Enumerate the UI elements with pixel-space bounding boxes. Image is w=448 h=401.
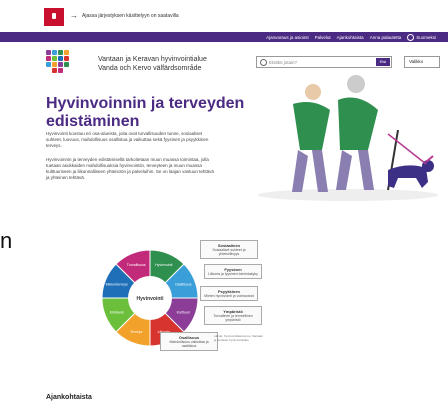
alert-text[interactable]: Ajassa järjestyksen käsittelyyn on saata… <box>82 13 179 19</box>
alert-bar[interactable]: → Ajassa järjestyksen käsittelyyn on saa… <box>44 8 424 26</box>
menu-button[interactable]: Valikko <box>404 56 440 68</box>
arrow-right-icon: → <box>70 11 78 20</box>
source-note: Lähde: hyvinvointikertomus, Vantaan ja K… <box>214 334 263 342</box>
language-selector[interactable]: Suomeksi <box>407 34 436 41</box>
wheel-segment-label: Kulttuuri <box>177 310 190 314</box>
callout-environment: Ympäristö Turvallinen ja terveellinen ymp… <box>204 306 262 325</box>
org-name-swedish: Vanda och Kervo välfärdsområde <box>98 65 202 72</box>
topnav-item-news[interactable]: Ajankohtaista <box>337 35 364 40</box>
callout-participation: Osallisuus Mahdollisuus vaikuttaa ja osal… <box>160 332 218 351</box>
topnav-item-feedback[interactable]: Anna palautetta <box>370 35 402 40</box>
language-label: Suomeksi <box>416 35 436 40</box>
top-navigation: Ajanvaraus ja asiointi Palvelut Ajankoht… <box>0 32 448 42</box>
search-input[interactable]: Etsitkö jotain? <box>269 60 297 65</box>
org-name-finnish: Vantaan ja Keravan hyvinvointialue <box>98 56 207 63</box>
callout-psychological: Psyykkinen Mielen hyvinvointi ja voimavar… <box>200 286 258 301</box>
globe-icon <box>407 34 415 41</box>
callout-physical: Fyysinen Liikunta ja fyysinen toimintakyk… <box>204 264 262 279</box>
wheel-segment-label: Mielenterveys <box>106 283 128 287</box>
search-button[interactable]: Etsi <box>376 58 390 66</box>
wheel-segment-label: Turvallisuus <box>127 263 146 267</box>
logo-icon[interactable] <box>46 50 74 74</box>
alert-icon <box>44 8 64 26</box>
search-icon <box>260 59 267 66</box>
callout-social: Sosiaalinen Sosiaaliset suhteet ja yhteis… <box>200 240 258 259</box>
wheel-segment-label: Hyvinvointi <box>155 263 173 267</box>
search-box[interactable]: Etsitkö jotain? Etsi <box>256 56 392 68</box>
wheel-segment-label: Terveys <box>130 330 143 334</box>
wheel-segment-label: Elintavat <box>110 310 124 314</box>
topnav-item-services[interactable]: Palvelut <box>315 35 331 40</box>
wheel-center-label: Hyvinvointi <box>137 296 165 302</box>
hero-illustration <box>258 75 438 201</box>
intro-paragraph: Hyvinvointi koostuu eri osa-alueista, jo… <box>46 130 209 148</box>
page-title: Hyvinvoinnin ja terveyden edistäminen <box>46 94 245 130</box>
topnav-item-booking[interactable]: Ajanvaraus ja asiointi <box>266 35 309 40</box>
body-paragraph: Hyvinvoinnin ja terveyden edistämisellä … <box>46 156 214 180</box>
wheel-segment-label: Osallisuus <box>175 283 192 287</box>
left-letter: n <box>0 228 13 253</box>
